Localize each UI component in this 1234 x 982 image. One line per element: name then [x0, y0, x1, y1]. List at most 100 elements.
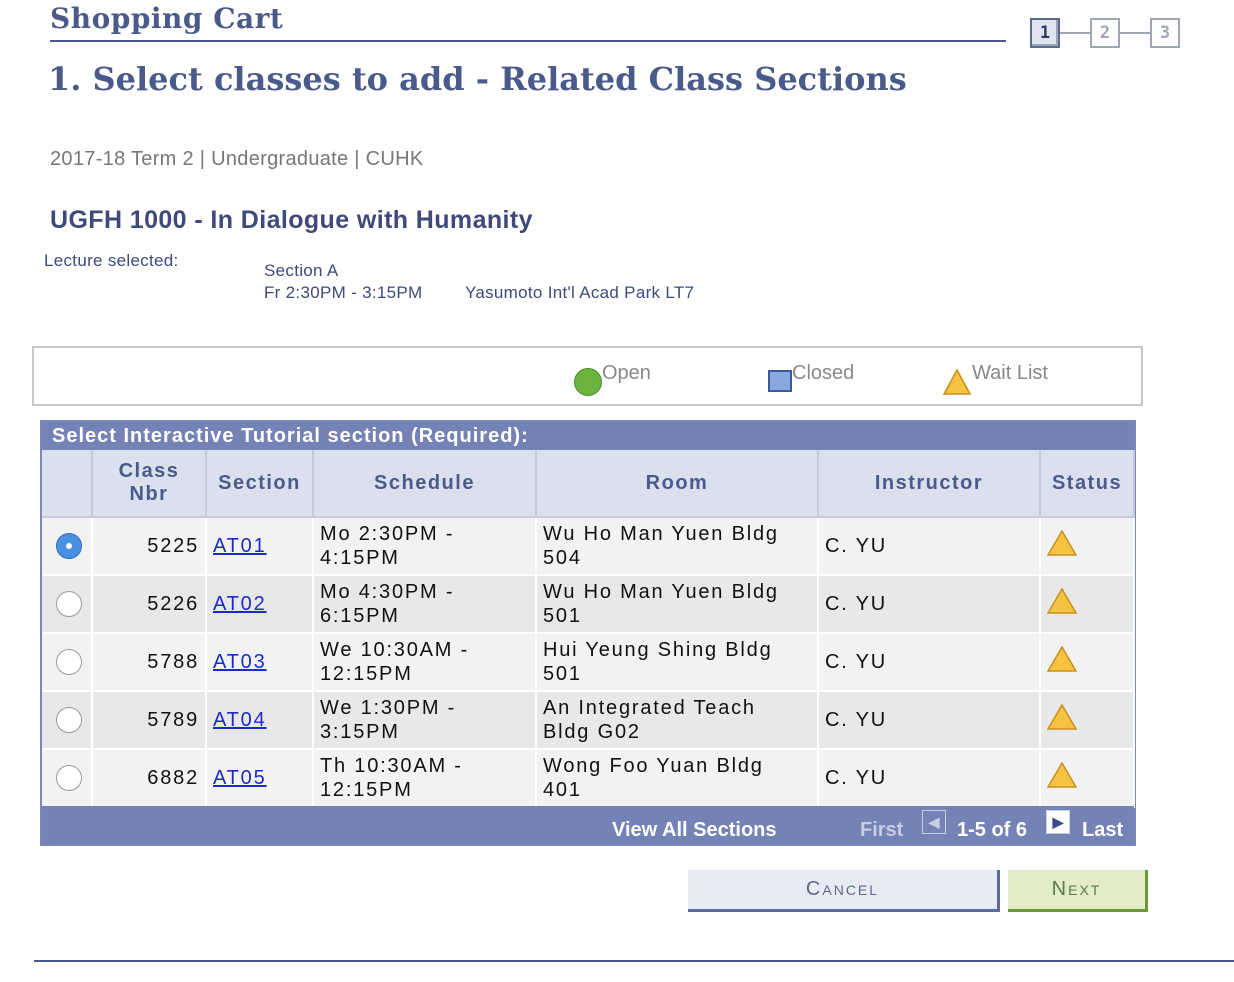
- instructor-cell: C. YU: [818, 575, 1041, 634]
- step-connector: [1120, 32, 1150, 34]
- wait-list-status-icon: [942, 368, 972, 395]
- schedule-line2: 12:15PM: [320, 663, 413, 685]
- room-line2: 504: [543, 547, 582, 569]
- section-link[interactable]: AT05: [213, 767, 267, 789]
- legend-open: Open: [574, 362, 651, 396]
- status-legend: Open Closed Wait List: [32, 346, 1143, 406]
- footer-divider: [34, 960, 1234, 962]
- table-row[interactable]: 5789 AT04 We 1:30PM -3:15PM An Integrated T…: [42, 691, 1135, 750]
- schedule-line1: We 10:30AM -: [320, 639, 470, 661]
- room-cell: Wu Ho Man Yuen Bldg 504: [536, 517, 819, 576]
- section-radio[interactable]: [56, 765, 82, 791]
- table-row[interactable]: 5788 AT03 We 10:30AM -12:15PM Hui Yeung Shi…: [42, 633, 1135, 692]
- room-cell: Hui Yeung Shing Bldg 501: [536, 633, 819, 692]
- course-title: UGFH 1000 - In Dialogue with Humanity: [50, 206, 533, 234]
- schedule-line1: We 1:30PM -: [320, 697, 457, 719]
- page-subtitle: 1. Select classes to add - Related Class…: [48, 60, 907, 98]
- section-link[interactable]: AT02: [213, 593, 267, 615]
- section-link[interactable]: AT04: [213, 709, 267, 731]
- schedule-cell: We 10:30AM -12:15PM: [313, 633, 537, 692]
- page-range: 1-5 of 6: [957, 819, 1028, 841]
- section-radio[interactable]: [56, 591, 82, 617]
- open-status-icon: [574, 368, 602, 396]
- table-row[interactable]: 5226 AT02 Mo 4:30PM -6:15PM Wu Ho Man Yuen …: [42, 575, 1135, 634]
- schedule-cell: Mo 2:30PM -4:15PM: [313, 517, 537, 576]
- next-page-icon[interactable]: ▶: [1046, 810, 1070, 834]
- table-row[interactable]: 6882 AT05 Th 10:30AM -12:15PM Wong Foo Yuan…: [42, 749, 1135, 808]
- status-cell: [1040, 575, 1135, 634]
- class-nbr-cell: 5225: [92, 517, 207, 576]
- previous-page-icon: ◀: [922, 810, 946, 834]
- schedule-line1: Mo 2:30PM -: [320, 523, 455, 545]
- schedule-cell: We 1:30PM -3:15PM: [313, 691, 537, 750]
- room-line1: An Integrated Teach: [543, 697, 756, 719]
- status-cell: [1040, 691, 1135, 750]
- wait-list-icon: [1046, 529, 1078, 556]
- sections-table: Class Nbr Section Schedule Room Instruct…: [42, 450, 1135, 808]
- legend-closed: Closed: [768, 362, 854, 392]
- schedule-line1: Mo 4:30PM -: [320, 581, 455, 603]
- class-nbr-cell: 5788: [92, 633, 207, 692]
- wait-list-icon: [1046, 703, 1078, 730]
- schedule-header: Schedule: [313, 450, 537, 518]
- page-title: Shopping Cart: [50, 2, 284, 35]
- select-cell: [42, 749, 93, 808]
- status-cell: [1040, 749, 1135, 808]
- step-1: 1: [1030, 18, 1060, 48]
- section-link[interactable]: AT01: [213, 535, 267, 557]
- select-cell: [42, 517, 93, 576]
- lecture-selected-label: Lecture selected:: [44, 251, 179, 270]
- legend-wait-list-label: Wait List: [972, 362, 1048, 384]
- instructor-cell: C. YU: [818, 749, 1041, 808]
- grid-caption: Select Interactive Tutorial section (Req…: [42, 422, 1134, 450]
- next-button[interactable]: Next: [1008, 870, 1148, 912]
- section-cell: AT04: [206, 691, 314, 750]
- class-nbr-header: Class Nbr: [92, 450, 207, 518]
- section-cell: AT03: [206, 633, 314, 692]
- class-nbr-cell: 5789: [92, 691, 207, 750]
- wait-list-icon: [1046, 645, 1078, 672]
- room-line1: Wong Foo Yuan Bldg: [543, 755, 764, 777]
- section-link[interactable]: AT03: [213, 651, 267, 673]
- view-all-sections-link[interactable]: View All Sections: [612, 819, 777, 842]
- room-line2: 501: [543, 605, 582, 627]
- room-line1: Wu Ho Man Yuen Bldg: [543, 581, 779, 603]
- room-cell: Wong Foo Yuan Bldg 401: [536, 749, 819, 808]
- cancel-button[interactable]: Cancel: [688, 870, 1000, 912]
- status-header: Status: [1040, 450, 1135, 518]
- last-page-link[interactable]: Last: [1082, 819, 1123, 842]
- schedule-line2: 6:15PM: [320, 605, 400, 627]
- room-line1: Hui Yeung Shing Bldg: [543, 639, 773, 661]
- select-cell: [42, 691, 93, 750]
- lecture-time: Fr 2:30PM - 3:15PM: [264, 283, 423, 302]
- select-column-header: [42, 450, 93, 518]
- class-nbr-header-line2: Nbr: [129, 483, 169, 505]
- table-row[interactable]: 5225 AT01 Mo 2:30PM -4:15PM Wu Ho Man Yuen …: [42, 517, 1135, 576]
- legend-closed-label: Closed: [792, 362, 855, 384]
- instructor-cell: C. YU: [818, 517, 1041, 576]
- instructor-cell: C. YU: [818, 633, 1041, 692]
- schedule-line2: 3:15PM: [320, 721, 400, 743]
- term-info: 2017-18 Term 2 | Undergraduate | CUHK: [50, 148, 424, 170]
- schedule-line2: 12:15PM: [320, 779, 413, 801]
- header-divider: [50, 40, 1006, 42]
- section-radio[interactable]: [56, 707, 82, 733]
- grid-footer: View All Sections First ◀ 1-5 of 6 ▶ Las…: [42, 806, 1134, 844]
- room-cell: Wu Ho Man Yuen Bldg 501: [536, 575, 819, 634]
- first-page-link: First: [860, 819, 904, 841]
- class-nbr-cell: 5226: [92, 575, 207, 634]
- class-nbr-cell: 6882: [92, 749, 207, 808]
- section-radio[interactable]: [56, 649, 82, 675]
- room-line2: Bldg G02: [543, 721, 641, 743]
- select-cell: [42, 633, 93, 692]
- tutorial-sections-grid: Select Interactive Tutorial section (Req…: [40, 420, 1136, 846]
- section-cell: AT05: [206, 749, 314, 808]
- room-header: Room: [536, 450, 819, 518]
- lecture-room: Yasumoto Int'l Acad Park LT7: [465, 283, 695, 302]
- section-radio[interactable]: [56, 533, 82, 559]
- instructor-cell: C. YU: [818, 691, 1041, 750]
- room-line1: Wu Ho Man Yuen Bldg: [543, 523, 779, 545]
- closed-status-icon: [768, 370, 792, 392]
- class-nbr-header-line1: Class: [118, 460, 180, 482]
- step-2: 2: [1090, 18, 1120, 48]
